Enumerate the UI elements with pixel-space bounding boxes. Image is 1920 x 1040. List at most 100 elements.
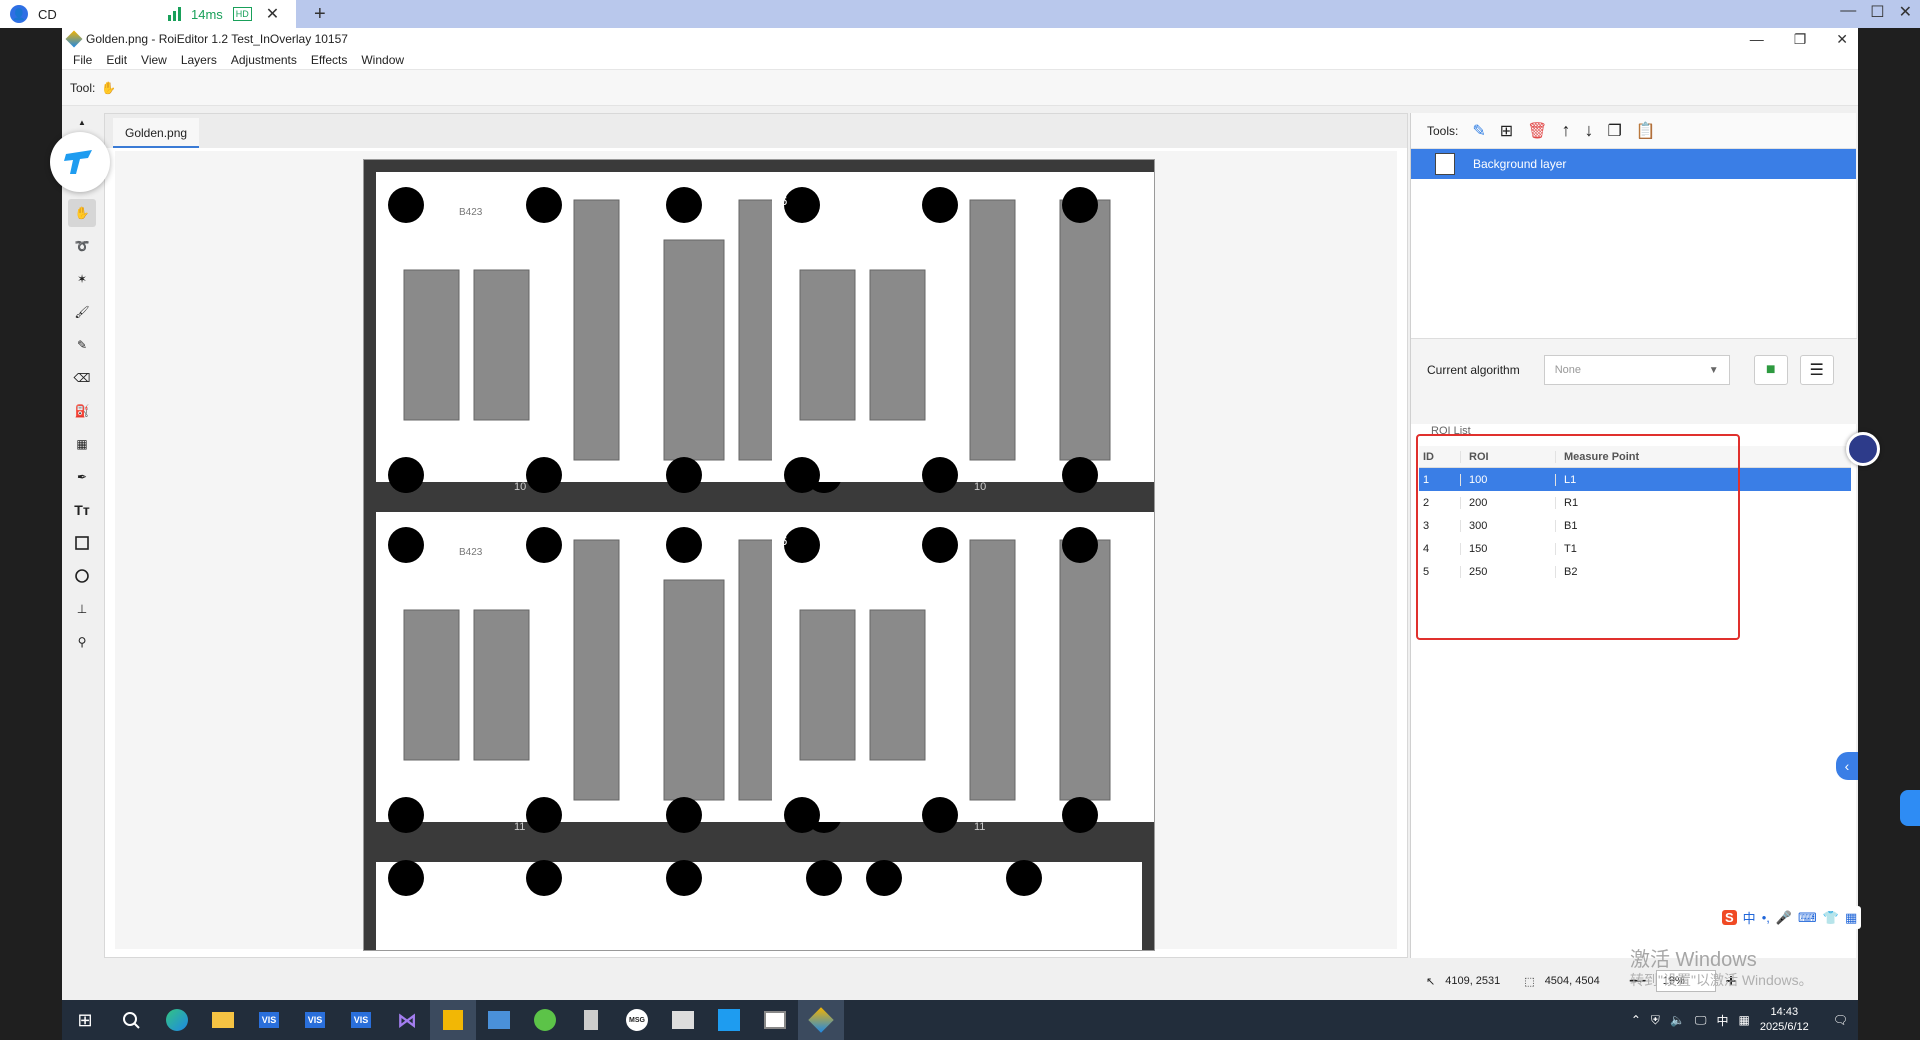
menu-file[interactable]: File	[66, 53, 99, 67]
new-session-button[interactable]: +	[314, 3, 326, 26]
hand-tool-icon[interactable]: ✋	[68, 199, 96, 227]
scroll-up-icon[interactable]: ▲	[68, 116, 96, 128]
msg-app-icon[interactable]: MSG	[614, 1000, 660, 1040]
tool-options-bar: Tool: ✋	[62, 70, 1858, 106]
file-explorer-icon[interactable]	[200, 1000, 246, 1040]
column-header-id[interactable]: ID	[1419, 450, 1461, 463]
keyboard-icon[interactable]: ⌨	[1798, 910, 1817, 926]
recolor-tool-icon[interactable]: ⚲	[68, 628, 96, 656]
menu-edit[interactable]: Edit	[99, 53, 134, 67]
minimize-icon[interactable]: —	[1840, 2, 1856, 22]
overlay-app-icon[interactable]	[706, 1000, 752, 1040]
taskbar: ⊞ VIS VIS VIS ⋈ MSG ⌃ ⛨ 🔈 🖵 中 ▦ 14:43 20…	[62, 1000, 1858, 1040]
security-icon[interactable]: ⛨	[1651, 1013, 1660, 1028]
column-header-measure-point[interactable]: Measure Point	[1556, 451, 1851, 463]
notification-icon[interactable]: 🗨	[1833, 1013, 1848, 1027]
client-window-controls: — ☐ ✕	[1840, 2, 1912, 22]
volume-icon[interactable]: 🔈	[1670, 1013, 1685, 1027]
remote-desktop-icon[interactable]	[476, 1000, 522, 1040]
green-app-icon[interactable]	[522, 1000, 568, 1040]
network-icon[interactable]: 🖵	[1695, 1013, 1707, 1028]
table-row[interactable]: 4 150 T1	[1419, 537, 1851, 560]
menu-window[interactable]: Window	[354, 53, 411, 67]
skin-icon[interactable]: 👕	[1823, 910, 1839, 926]
delete-layer-icon[interactable]: 🗑	[1527, 121, 1547, 141]
layers-toolbar: Tools: ✎ ⊞ 🗑 ↑ ↓ ❐ 📋	[1411, 113, 1856, 149]
visual-studio-ide-icon[interactable]: ⋈	[384, 1000, 430, 1040]
move-up-icon[interactable]: ↑	[1561, 120, 1570, 141]
add-layer-icon[interactable]: ⊞	[1500, 121, 1513, 141]
show-hidden-icons-icon[interactable]: ⌃	[1631, 1013, 1641, 1027]
cube-icon: ■	[1765, 361, 1776, 378]
cell-roi: 200	[1461, 496, 1556, 509]
close-session-icon[interactable]: ✕	[266, 4, 279, 24]
input-grid-icon[interactable]: ▦	[1738, 1013, 1749, 1027]
apps-icon[interactable]: ▦	[1845, 910, 1857, 926]
close-icon[interactable]: ✕	[1899, 2, 1912, 22]
restore-icon[interactable]: ❐	[1794, 28, 1807, 50]
color-picker-icon[interactable]: ✒	[68, 463, 96, 491]
menu-bar: File Edit View Layers Adjustments Effect…	[62, 50, 1858, 70]
close-icon[interactable]: ✕	[1836, 28, 1848, 50]
maximize-icon[interactable]: ☐	[1870, 2, 1884, 22]
lasso-tool-icon[interactable]: ➰	[68, 232, 96, 260]
start-button-icon[interactable]: ⊞	[62, 1000, 108, 1040]
table-row[interactable]: 3 300 B1	[1419, 514, 1851, 537]
algorithm-cube-button[interactable]: ■	[1753, 355, 1788, 385]
print-app-icon[interactable]	[660, 1000, 706, 1040]
table-row[interactable]: 5 250 B2	[1419, 560, 1851, 583]
link-share-button[interactable]	[1900, 790, 1920, 826]
floating-assistant-button[interactable]	[1846, 432, 1880, 466]
algorithm-list-button[interactable]: ☰	[1799, 355, 1834, 385]
stamp-tool-icon[interactable]: ⊥	[68, 595, 96, 623]
ellipse-tool-icon[interactable]	[68, 562, 96, 590]
microphone-icon[interactable]: 🎤	[1776, 910, 1792, 926]
menu-view[interactable]: View	[134, 53, 174, 67]
fill-bucket-icon[interactable]: ⛽	[68, 397, 96, 425]
collapse-panel-button[interactable]: ‹	[1836, 752, 1858, 780]
menu-effects[interactable]: Effects	[304, 53, 354, 67]
paste-layer-icon[interactable]: 📋	[1636, 121, 1656, 141]
edit-layer-icon[interactable]: ✎	[1472, 121, 1485, 141]
clock[interactable]: 14:43 2025/6/12	[1760, 1005, 1809, 1035]
brush-tool-icon[interactable]: 🖌	[68, 298, 96, 326]
gradient-tool-icon[interactable]: ▦	[68, 430, 96, 458]
duplicate-layer-icon[interactable]: ❐	[1607, 121, 1621, 141]
text-tool-icon[interactable]: Tт	[68, 496, 96, 524]
remote-session-tab[interactable]: 👤 CD 14ms HD ✕	[0, 0, 296, 28]
rectangle-tool-icon[interactable]	[68, 529, 96, 557]
algorithm-row: Current algorithm None ▼ ■ ☰	[1411, 338, 1857, 424]
table-row[interactable]: 1 100 L1	[1419, 468, 1851, 491]
visual-studio-icon[interactable]: VIS	[246, 1000, 292, 1040]
ime-mode[interactable]: 中	[1743, 908, 1756, 927]
ime-toolbar[interactable]: S 中 •, 🎤 ⌨ 👕 ▦	[1718, 906, 1862, 929]
app-launcher-icon[interactable]	[430, 1000, 476, 1040]
monitor-app-icon[interactable]	[752, 1000, 798, 1040]
tab-golden-png[interactable]: Golden.png	[113, 118, 200, 148]
visual-studio-icon[interactable]: VIS	[338, 1000, 384, 1040]
minimize-icon[interactable]: —	[1750, 28, 1764, 50]
floating-app-logo[interactable]	[50, 132, 110, 192]
layer-background[interactable]: Background layer	[1411, 149, 1856, 179]
search-icon[interactable]	[108, 1000, 154, 1040]
roi-editor-taskbar-icon[interactable]	[798, 1000, 844, 1040]
table-row[interactable]: 2 200 R1	[1419, 491, 1851, 514]
pencil-tool-icon[interactable]: ✎	[68, 331, 96, 359]
move-down-icon[interactable]: ↓	[1584, 120, 1593, 141]
algorithm-select[interactable]: None ▼	[1543, 355, 1730, 385]
magic-wand-icon[interactable]: ✶	[68, 265, 96, 293]
ime-indicator[interactable]: 中	[1716, 1012, 1728, 1029]
clock-date: 2025/6/12	[1759, 1021, 1809, 1033]
punctuation-icon[interactable]: •,	[1762, 910, 1770, 925]
menu-adjustments[interactable]: Adjustments	[224, 53, 304, 67]
document-app-icon[interactable]	[568, 1000, 614, 1040]
edge-browser-icon[interactable]	[154, 1000, 200, 1040]
visual-studio-icon[interactable]: VIS	[292, 1000, 338, 1040]
quality-badge[interactable]: HD	[232, 7, 252, 21]
canvas-viewport[interactable]: B423 26 10 11 B423 26 10 11	[115, 151, 1397, 951]
column-header-roi[interactable]: ROI	[1461, 450, 1556, 463]
eraser-tool-icon[interactable]: ⌫	[68, 364, 96, 392]
golden-image[interactable]: B423 26 10 11 B423 26 10 11	[363, 159, 1155, 951]
roi-table: ID ROI Measure Point 1 100 L1 2 200 R1 3…	[1419, 446, 1851, 583]
menu-layers[interactable]: Layers	[174, 53, 224, 67]
